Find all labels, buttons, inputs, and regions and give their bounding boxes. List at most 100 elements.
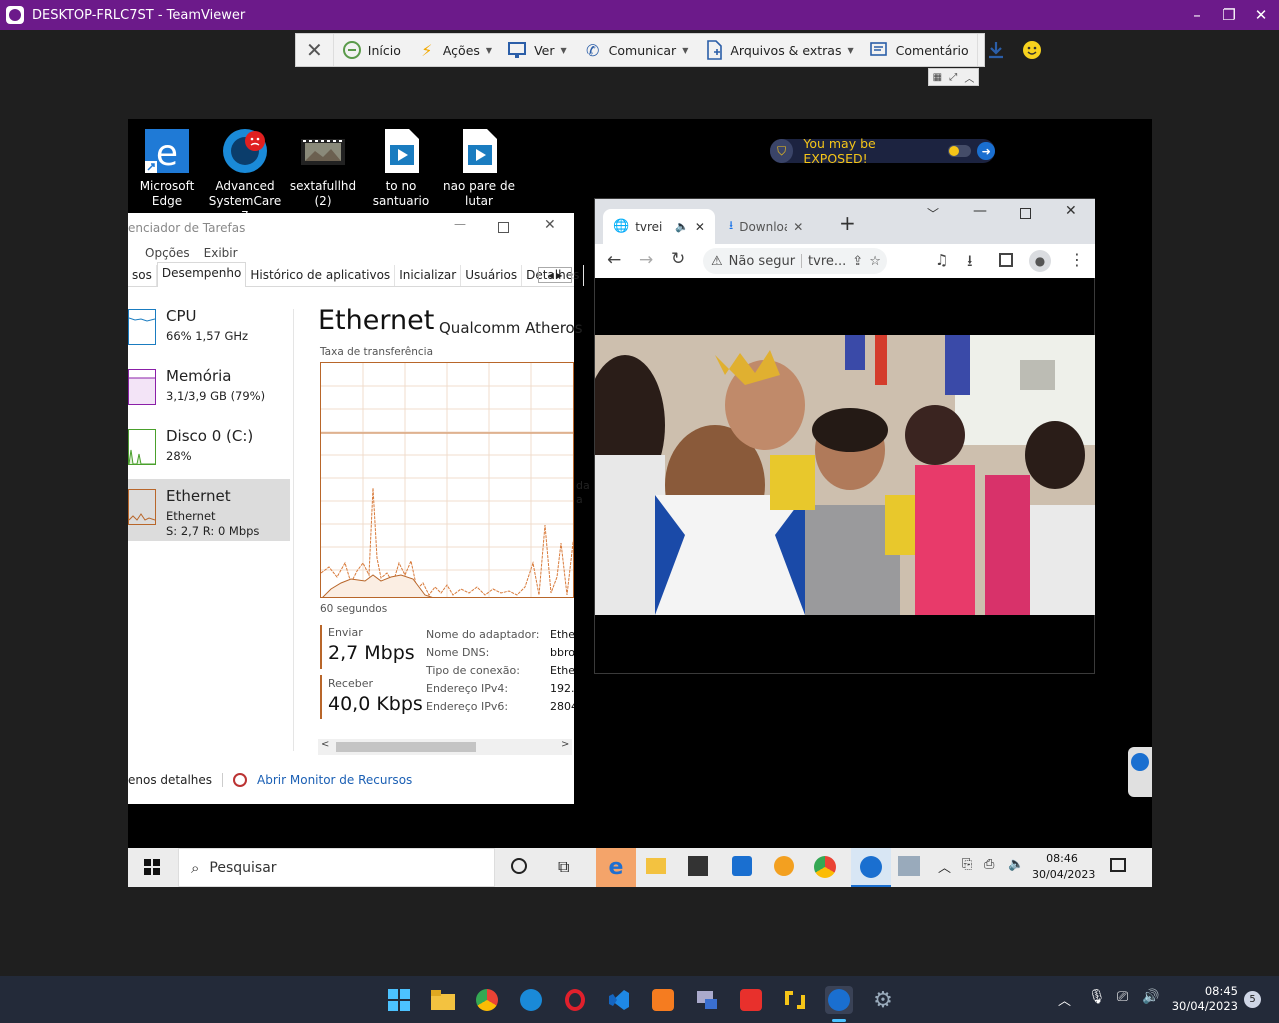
address-bar[interactable]: ⚠ Não segur tvre... ⇪ ☆ (703, 248, 887, 274)
home-button[interactable]: Início (334, 34, 409, 66)
share-icon[interactable]: ⇪ (852, 254, 863, 269)
taskbar-teamviewer-icon[interactable] (851, 848, 891, 887)
taskbar-vpn-icon[interactable] (732, 856, 752, 876)
media-control-icon[interactable]: ♫ (935, 251, 948, 269)
close-window-button[interactable]: ✕ (1243, 0, 1279, 30)
menu-view[interactable]: Exibir (204, 246, 238, 260)
local-clock[interactable]: 08:45 30/04/2023 (1170, 984, 1238, 1014)
vpn-exposed-widget[interactable]: ⛉ You may be EXPOSED! ➜ (770, 136, 995, 166)
tab-performance[interactable]: Desempenho (156, 262, 247, 287)
vscode-icon[interactable] (605, 986, 633, 1014)
remote-desktop[interactable]: e Microsoft Edge Advanced SystemCare 7 s… (128, 119, 1152, 887)
microphone-icon[interactable]: 🎙 (1088, 989, 1106, 1005)
taskbar-chrome-icon[interactable] (814, 856, 836, 878)
tray-network-icon[interactable]: ⎘ (962, 857, 972, 872)
desktop-icon-nao-pare-de-lutar[interactable]: nao pare de lutar (440, 127, 518, 209)
collapse-icon[interactable]: ︿ (964, 70, 974, 85)
tray-volume-icon[interactable]: 🔈 (1008, 857, 1024, 872)
new-tab-button[interactable]: + (839, 211, 856, 235)
network-admin-icon[interactable] (693, 986, 721, 1014)
teamviewer-icon[interactable] (825, 986, 853, 1014)
horizontal-scrollbar[interactable]: < > (318, 739, 572, 755)
desktop-icon-advanced-systemcare[interactable]: Advanced SystemCare 7 (206, 127, 284, 224)
tray-chevron-icon[interactable]: ︿ (1058, 990, 1071, 1009)
windows-start-icon[interactable] (144, 859, 160, 879)
cortana-icon[interactable] (511, 858, 527, 874)
tm-minimize-button[interactable]: — (454, 217, 466, 231)
comment-button[interactable]: Comentário (862, 34, 977, 66)
tab-tvrei[interactable]: 🌐 tvrei 🔈 ✕ (603, 209, 715, 244)
minimize-button[interactable]: – (1179, 0, 1215, 30)
tab-users[interactable]: Usuários (461, 265, 523, 286)
close-tab-icon[interactable]: ✕ (793, 220, 803, 234)
files-extras-menu[interactable]: Arquivos & extras ▼ (696, 34, 861, 66)
volume-icon[interactable]: 🔊 (1142, 989, 1159, 1005)
task-view-icon[interactable]: ⧉ (558, 857, 569, 877)
tab-search-icon[interactable]: ﹀ (927, 205, 939, 222)
menu-dots-icon[interactable]: ⋮ (1069, 250, 1085, 269)
tools-icon[interactable] (781, 986, 809, 1014)
desktop-icon-edge[interactable]: e Microsoft Edge (128, 127, 206, 209)
taskbar-explorer-icon[interactable] (646, 858, 666, 874)
taskbar-edge-icon[interactable]: e (596, 848, 636, 887)
skype-phone-icon[interactable] (517, 986, 545, 1014)
feedback-button[interactable] (1014, 34, 1050, 66)
taskbar-monitor-icon[interactable] (898, 856, 920, 876)
taskbar-avast-icon[interactable] (774, 856, 794, 876)
chrome-minimize-button[interactable]: — (973, 203, 987, 219)
view-menu[interactable]: Ver ▼ (500, 34, 575, 66)
tm-maximize-button[interactable] (498, 222, 509, 233)
notification-badge[interactable]: 5 (1244, 991, 1261, 1008)
back-icon[interactable]: ← (607, 250, 621, 270)
sidebar-item-ethernet[interactable]: Ethernet Ethernet S: 2,7 R: 0 Mbps (128, 479, 290, 541)
network-icon[interactable]: ⎚ (1117, 989, 1128, 1005)
fewer-details-link[interactable]: enos detalhes (128, 773, 212, 787)
scroll-left-icon[interactable]: < (321, 739, 329, 750)
xampp-icon[interactable] (649, 986, 677, 1014)
tray-chevron-icon[interactable]: ︿ (938, 857, 951, 876)
tray-printer-icon[interactable]: ⎙ (984, 857, 994, 872)
sidebar-item-memory[interactable]: Memória 3,1/3,9 GB (79%) (128, 359, 290, 421)
anydesk-icon[interactable] (737, 986, 765, 1014)
download-button[interactable] (976, 34, 1014, 66)
close-tab-icon[interactable]: ✕ (695, 220, 705, 234)
reload-icon[interactable]: ↻ (671, 249, 685, 269)
tab-app-history[interactable]: Histórico de aplicativos (246, 265, 396, 286)
file-explorer-icon[interactable] (429, 986, 457, 1014)
notification-center-icon[interactable] (1110, 858, 1126, 872)
teamviewer-side-panel-tab[interactable] (1128, 747, 1152, 797)
opera-icon[interactable] (561, 986, 589, 1014)
tab-processes[interactable]: sos (128, 265, 157, 286)
profile-avatar-icon[interactable]: ● (1029, 250, 1051, 272)
maximize-button[interactable]: ❐ (1211, 0, 1247, 30)
bookmark-star-icon[interactable]: ☆ (869, 254, 881, 269)
sidebar-item-disk[interactable]: Disco 0 (C:) 28% (128, 419, 290, 481)
resource-monitor-link[interactable]: Abrir Monitor de Recursos (257, 773, 412, 787)
actions-menu[interactable]: ⚡ Ações ▼ (409, 34, 500, 66)
communicate-menu[interactable]: ✆ Comunicar ▼ (575, 34, 697, 66)
close-session-button[interactable]: ✕ (296, 34, 334, 66)
desktop-icon-sextafullhd[interactable]: sextafullhd (2) (284, 127, 362, 209)
remote-clock[interactable]: 08:46 30/04/2023 (1032, 851, 1095, 883)
windows-start-icon[interactable] (385, 986, 413, 1014)
desktop-icon-to-no-santuario[interactable]: to no santuario (362, 127, 440, 209)
menu-options[interactable]: Opções (145, 246, 190, 260)
downloads-icon[interactable]: ⭳ (967, 250, 973, 277)
scroll-right-icon[interactable]: > (561, 739, 569, 750)
grid-icon[interactable]: ▦ (933, 72, 942, 83)
tab-startup[interactable]: Inicializar (395, 265, 462, 286)
video-player[interactable] (595, 335, 1095, 615)
settings-gear-icon[interactable]: ⚙ (869, 986, 897, 1014)
sidebar-item-cpu[interactable]: CPU 66% 1,57 GHz (128, 299, 290, 361)
side-panel-icon[interactable] (999, 253, 1013, 267)
chrome-close-button[interactable]: ✕ (1065, 203, 1077, 219)
tab-download[interactable]: ⭳ Downloa ✕ (721, 209, 825, 244)
audio-icon[interactable]: 🔈 (675, 220, 689, 233)
expand-icon[interactable]: ⤢ (949, 72, 957, 83)
remote-search-box[interactable]: ⌕ Pesquisar (178, 848, 495, 887)
forward-icon[interactable]: → (639, 250, 653, 270)
taskbar-store-icon[interactable] (688, 856, 708, 876)
scroll-thumb[interactable] (336, 742, 476, 752)
chrome-maximize-button[interactable] (1020, 208, 1031, 219)
tab-scroll-arrows[interactable]: ◀ ▶ (538, 267, 572, 283)
